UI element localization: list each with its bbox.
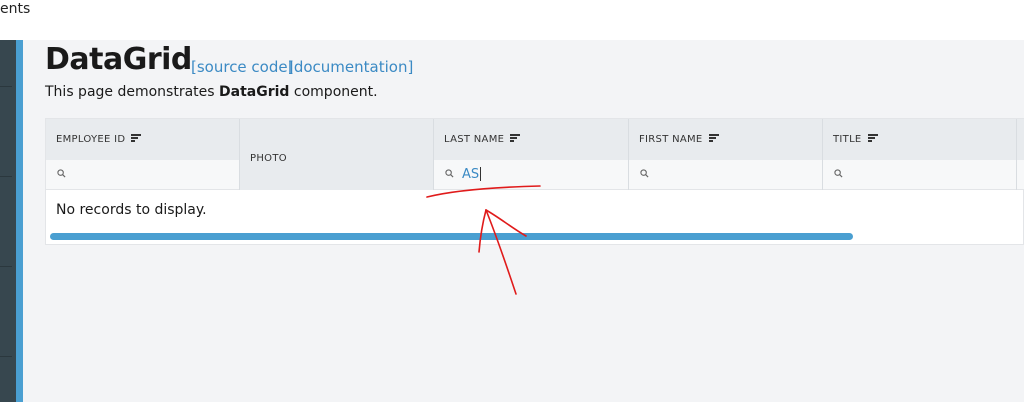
column-header-title[interactable]: TITLE <box>823 119 1017 160</box>
filter-value: AS <box>462 166 482 182</box>
column-label: FIRST NAME <box>639 134 719 145</box>
text-caret <box>480 166 482 181</box>
search-icon <box>834 169 843 178</box>
sort-icon[interactable] <box>867 134 878 142</box>
filter-title[interactable] <box>823 160 1017 190</box>
horizontal-scrollbar[interactable] <box>50 233 853 240</box>
column-label: TITLE <box>833 134 878 145</box>
documentation-link[interactable]: [documentation] <box>288 58 413 76</box>
sort-icon[interactable] <box>708 134 719 142</box>
page-title: DataGrid <box>45 42 192 77</box>
desc-prefix: This page demonstrates <box>45 84 220 100</box>
data-grid: EMPLOYEE ID PHOTO LAST NAME AS FIRST NAM… <box>45 118 1024 245</box>
column-header-first-name[interactable]: FIRST NAME <box>629 119 823 160</box>
page-description: This page demonstrates DataGrid componen… <box>45 84 378 100</box>
search-icon <box>445 169 454 178</box>
sort-icon[interactable] <box>510 134 521 142</box>
top-bar-text: ents <box>0 1 31 17</box>
sort-icon[interactable] <box>131 134 142 142</box>
sidebar-divider <box>0 266 12 267</box>
column-label: PHOTO <box>250 153 287 164</box>
filter-employee-id[interactable] <box>46 160 240 190</box>
left-sidebar <box>0 40 16 402</box>
desc-suffix: component. <box>289 84 378 100</box>
column-header-employee-id[interactable]: EMPLOYEE ID <box>46 119 240 160</box>
empty-message: No records to display. <box>56 202 207 218</box>
column-label: EMPLOYEE ID <box>56 134 142 145</box>
top-bar: ents <box>0 0 1024 40</box>
search-icon <box>57 169 66 178</box>
column-header-photo: PHOTO <box>240 119 434 190</box>
accent-bar <box>16 40 23 402</box>
column-header-last-name[interactable]: LAST NAME <box>434 119 629 160</box>
sidebar-divider <box>0 356 12 357</box>
filter-last-name[interactable]: AS <box>434 160 629 190</box>
title-row: DataGrid <box>45 42 192 82</box>
filter-first-name[interactable] <box>629 160 823 190</box>
search-icon <box>640 169 649 178</box>
source-code-link[interactable]: [source code] <box>191 58 293 76</box>
main-content: DataGrid [source code] [documentation] T… <box>23 40 1024 402</box>
sidebar-divider <box>0 176 12 177</box>
desc-component-name: DataGrid <box>219 84 290 100</box>
column-label: LAST NAME <box>444 134 521 145</box>
sidebar-divider <box>0 86 12 87</box>
